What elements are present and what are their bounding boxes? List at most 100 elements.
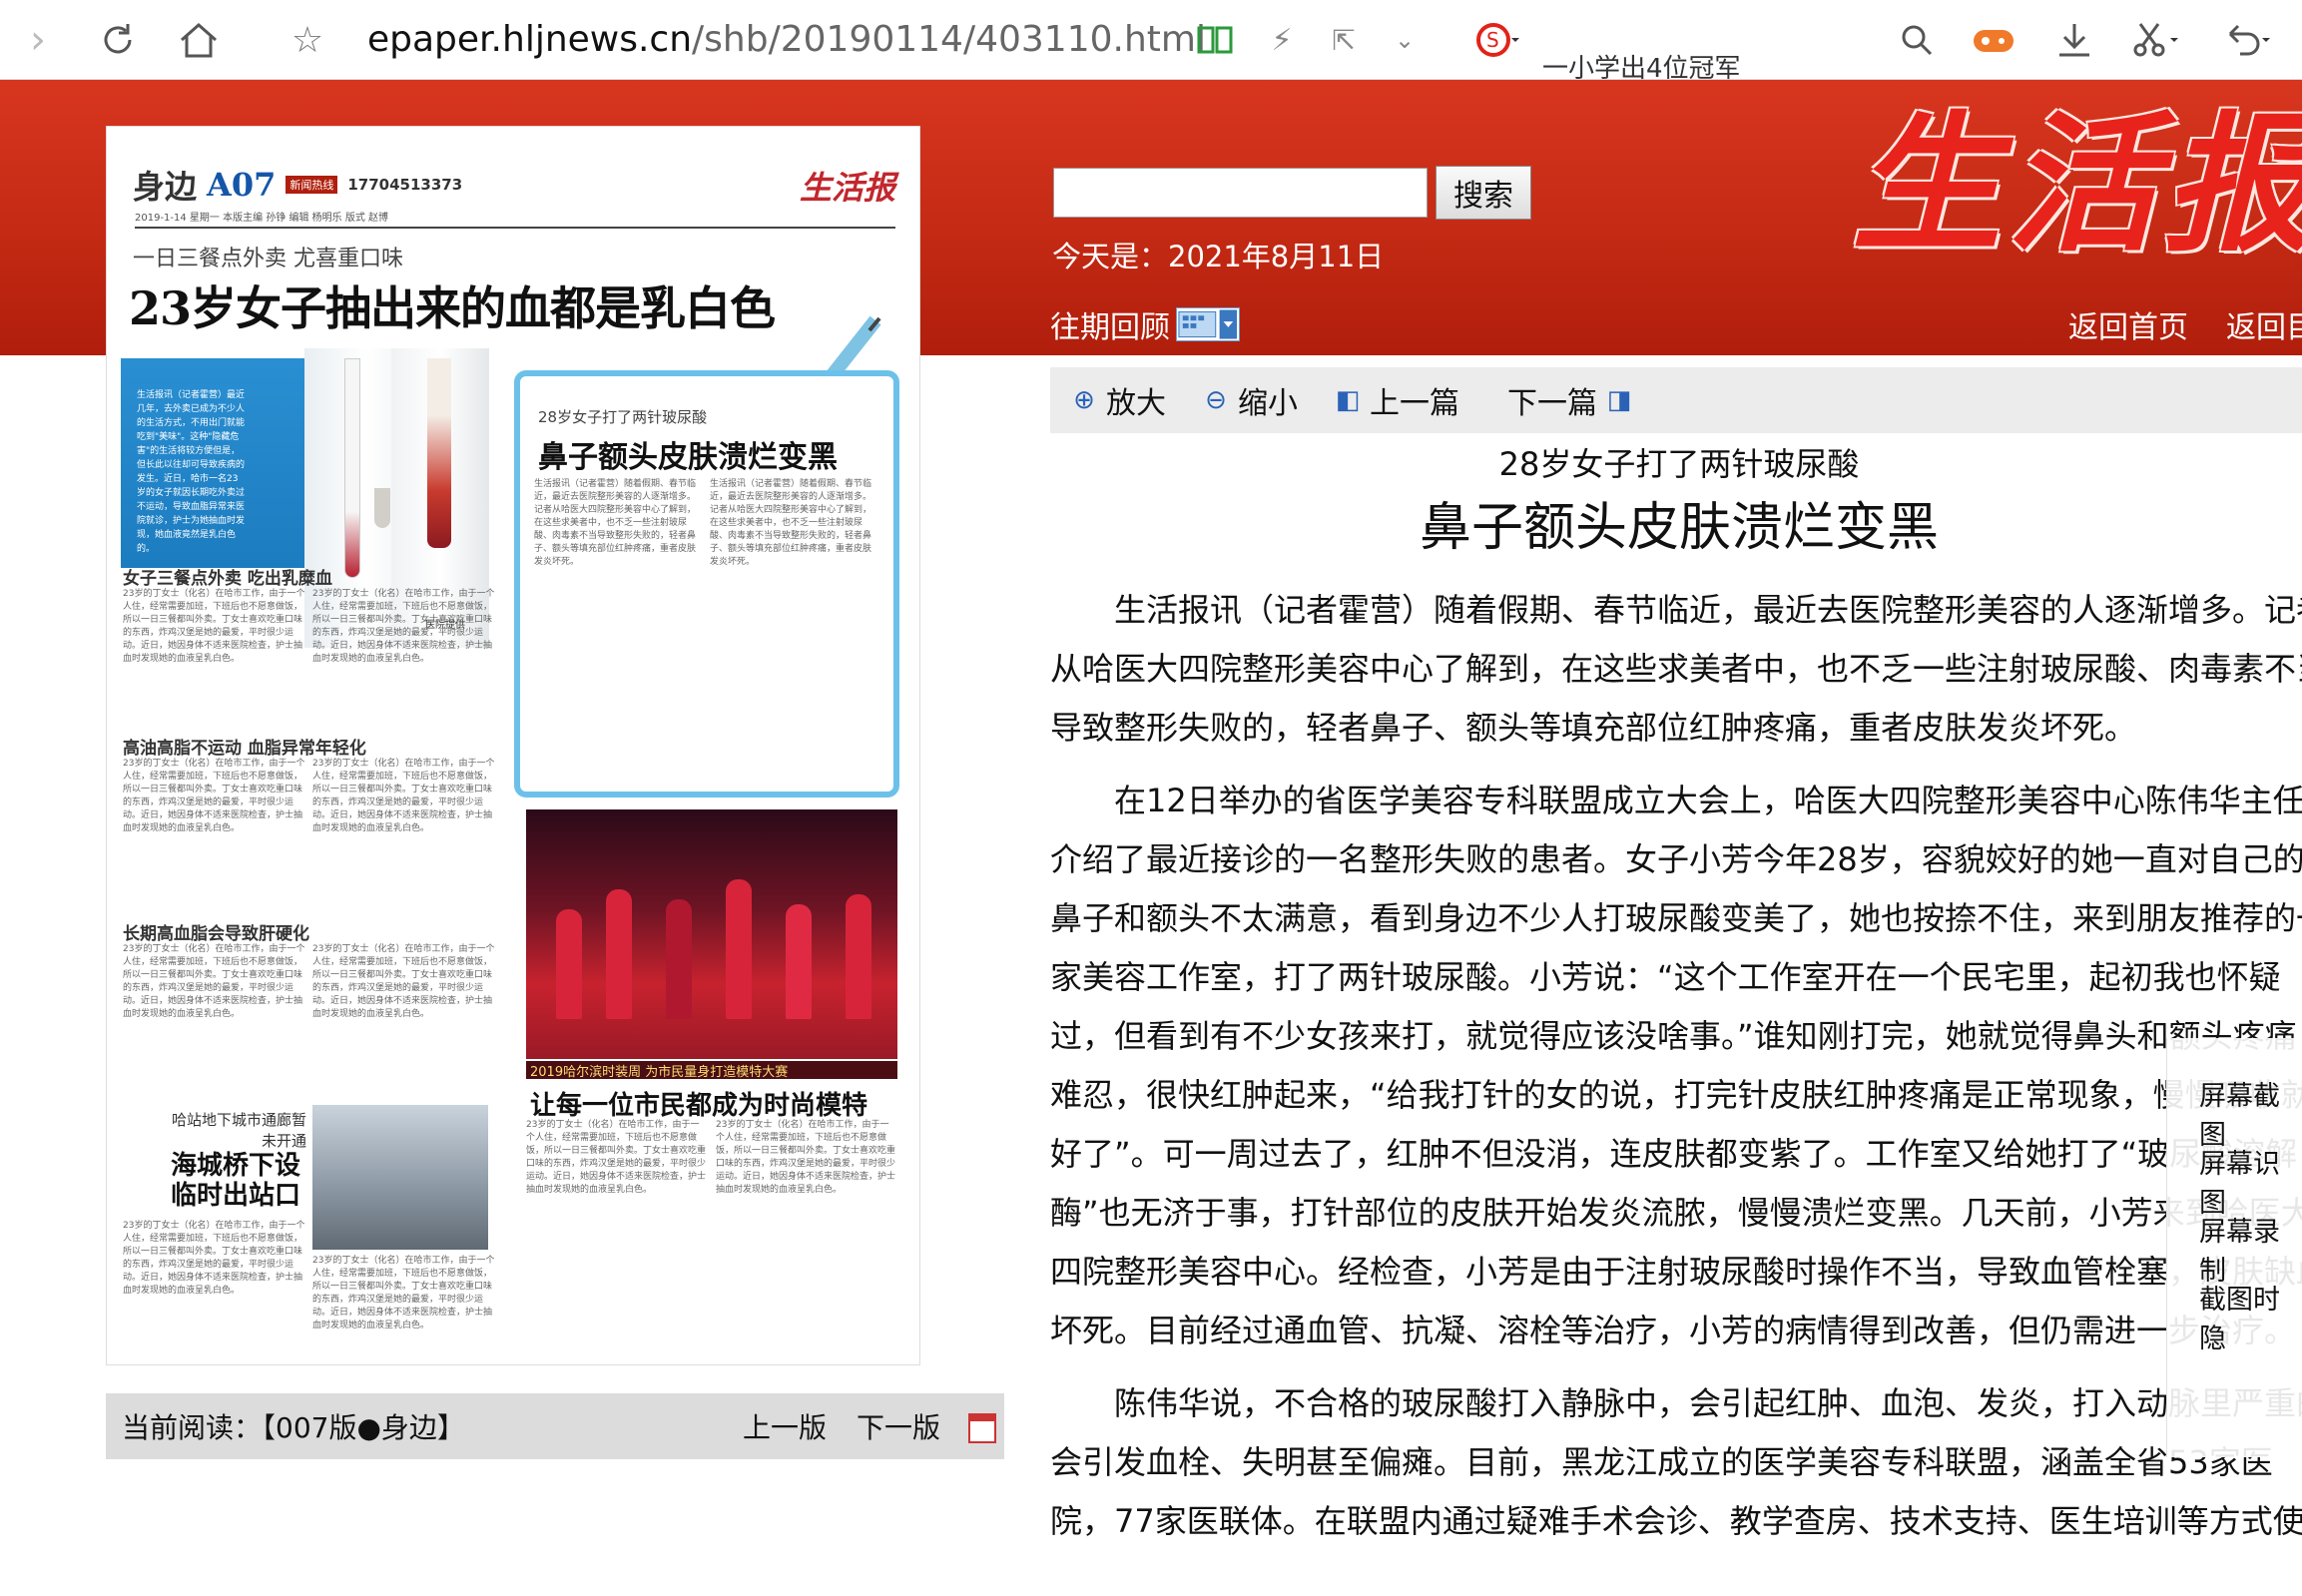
reading-mode-icon[interactable] [1192,14,1238,66]
article1-lead: 生活报讯（记者霍营）最近几年，去外卖已成为不少人的生活方式，不用出门就能吃到"美… [137,390,246,554]
archive-label: 往期回顾 [1050,310,1170,345]
prev-edition-link[interactable]: 上一版 [743,1406,827,1446]
body-line: 坏死。目前经过通血管、抗凝、溶栓等治疗，小芳的病情得到改善，但仍需进一步治疗。 [1050,1312,2297,1349]
top-nav: 返回首页 返回目录 [2068,302,2302,346]
prev-article-button[interactable]: ◧ 上一篇 [1334,378,1459,422]
article-body: 生活报讯（记者霍营）随着假期、春节临近，最近去医院整形美容的人逐渐增多。记者 从… [1050,581,2302,1565]
search-input[interactable] [1053,168,1428,218]
article3-text-b: 23岁的丁女士（化名）在哈市工作，由于一个人住，经常需要加班，下班后也不愿意做饭… [716,1120,895,1195]
next-edition-link[interactable]: 下一版 [857,1406,940,1446]
article1-headline[interactable]: 23岁女子抽出来的血都是乳白色 [129,272,776,338]
forward-icon[interactable]: › [18,14,58,66]
article2-text-col1: 生活报讯（记者霍营）随着假期、春节临近，最近去医院整形美容的人逐渐增多。记者从哈… [534,479,697,567]
article1-text-a: 23岁的丁女士（化名）在哈市工作，由于一个人住，经常需要加班，下班后也不愿意做饭… [123,589,305,664]
article1-text-f: 23岁的丁女士（化名）在哈市工作，由于一个人住，经常需要加班，下班后也不愿意做饭… [312,944,495,1019]
menu-item-image-recognition[interactable]: 屏幕识图 [2199,1142,2302,1220]
hotline-phone: 17704513373 [347,176,463,194]
next-article-icon: ◨ [1606,385,1632,415]
paper-dateline: 2019-1-14 星期一 本版主编 孙铮 编辑 杨明乐 版式 赵博 [135,209,895,229]
body-line: 生活报讯（记者霍营）随着假期、春节临近，最近去医院整形美容的人逐渐增多。记者 [1114,591,2302,629]
article3-headline[interactable]: 让每一位市民都成为时尚模特 [530,1085,867,1122]
body-line: 酶”也无济于事，打针部位的皮肤开始发炎流脓，慢慢溃烂变黑。几天前，小芳来到哈医大 [1050,1194,2302,1232]
article-title: 鼻子额头皮肤溃烂变黑 [1419,498,1939,558]
body-line: 会引发血栓、失明甚至偏瘫。目前，黑龙江成立的医学美容专科联盟，涵盖全省53家医 [1050,1443,2273,1481]
undo-icon[interactable] [2218,14,2278,66]
page-number: A07 [207,166,277,204]
paper-logo: 生活报 [799,169,895,207]
current-edition: 当前阅读：【007版●身边】 [122,1411,465,1444]
calendar-icon[interactable] [1176,307,1240,341]
article2-text-col2: 生活报讯（记者霍营）随着假期、春节临近，最近去医院整形美容的人逐渐增多。记者从哈… [710,479,872,567]
home-link[interactable]: 返回首页 [2068,310,2188,345]
archive-link[interactable]: 往期回顾 [1050,302,1240,346]
hotline-tag: 新闻热线 [286,176,338,194]
body-line: 好了”。可一周过去了，红肿不但没消，连皮肤都变紫了。工作室又给她打了“玻尿酸溶解 [1050,1135,2298,1173]
flash-icon[interactable]: ⚡ [1264,14,1300,66]
home-icon[interactable] [172,14,226,66]
article1-text-e: 23岁的丁女士（化名）在哈市工作，由于一个人住，经常需要加班，下班后也不愿意做饭… [123,944,305,1019]
article4-kicker: 哈站地下城市通廊暂未开通 [171,1111,306,1150]
article2-kicker: 28岁女子打了两针玻尿酸 [538,408,708,426]
zoom-in-icon: ⊕ [1073,385,1095,415]
screenshot-menu: 屏幕截图 屏幕识图 屏幕录制 截图时隐 [2166,1038,2302,1457]
body-line: 四院整形美容中心。经检查，小芳是由于注射玻尿酸时操作不当，导致血管栓塞，皮肤缺血 [1050,1253,2302,1291]
url-path: /shb/20190114/403110.html [692,19,1206,60]
zoom-in-button[interactable]: ⊕ 放大 [1070,378,1166,422]
article4-headline[interactable]: 海城桥下设临时出站口 [151,1151,300,1211]
star-bookmark-icon[interactable]: ☆ [286,14,329,66]
url-host: epaper.hljnews.cn [367,19,693,60]
prev-article-icon: ◧ [1335,385,1361,415]
page-header: 身边 A07 新闻热线 17704513373 [133,165,895,206]
site-logo: 生活报 [1852,97,2302,272]
zoom-out-icon: ⊖ [1205,385,1227,415]
search-button[interactable]: 搜索 [1436,166,1531,220]
next-article-button[interactable]: 下一篇 ◨ [1507,378,1633,422]
prev-article-label: 上一篇 [1370,386,1459,421]
download-icon[interactable] [2052,14,2096,66]
browser-toolbar: › ☆ epaper.hljnews.cn/shb/20190114/40311… [0,0,2302,80]
menu-item-screen-record[interactable]: 屏幕录制 [2199,1210,2302,1288]
index-link[interactable]: 返回目录 [2226,310,2302,345]
address-bar[interactable]: epaper.hljnews.cn/shb/20190114/403110.ht… [367,16,1206,64]
page-section: 身边 [133,168,198,206]
body-line: 家美容工作室，打了两针玻尿酸。小芳说：“这个工作室开在一个民宅里，起初我也怀疑 [1050,958,2281,996]
article3-text-a: 23岁的丁女士（化名）在哈市工作，由于一个人住，经常需要加班，下班后也不愿意做饭… [526,1120,706,1195]
search-icon[interactable] [1897,14,1937,66]
article-toolbar: ⊕ 放大 ⊖ 缩小 ◧ 上一篇 下一篇 ◨ [1050,367,2302,433]
zoom-out-label: 缩小 [1238,386,1298,421]
article1-text-d: 23岁的丁女士（化名）在哈市工作，由于一个人住，经常需要加班，下班后也不愿意做饭… [312,759,495,833]
body-line: 院，77家医联体。在联盟内通过疑难手术会诊、教学查房、技术支持、医生培训等方式使 [1050,1502,2302,1540]
reload-icon[interactable] [92,14,144,66]
fashion-photo-caption: 2019哈尔滨时装周 为市民量身打造模特大赛 [526,1061,897,1080]
menu-item-hide-on-capture[interactable]: 截图时隐 [2199,1278,2302,1355]
body-line: 过，但看到有不少女孩来打，就觉得应该没啥事。”谁知刚打完，她就觉得鼻头和额头疼痛 [1050,1017,2297,1055]
body-line: 导致整形失败的，轻者鼻子、额头等填充部位红肿疼痛，重者皮肤发炎坏死。 [1050,709,2137,747]
today-date: 今天是：2021年8月11日 [1052,240,1385,273]
paragraph-1: 生活报讯（记者霍营）随着假期、春节临近，最近去医院整形美容的人逐渐增多。记者 从… [1050,581,2302,758]
next-article-label: 下一篇 [1507,386,1597,421]
article1-subhead-3: 长期高血脂会导致肝硬化 [123,924,309,944]
article4-text-b: 23岁的丁女士（化名）在哈市工作，由于一个人住，经常需要加班，下班后也不愿意做饭… [312,1256,495,1330]
share-icon[interactable]: ⇱ [1324,14,1364,66]
news-ticker[interactable]: 一小学出4位冠军 [1542,52,1741,80]
chevron-down-icon[interactable]: ⌄ [1390,14,1420,66]
article1-text-c: 23岁的丁女士（化名）在哈市工作，由于一个人住，经常需要加班，下班后也不愿意做饭… [123,759,305,833]
scissors-icon[interactable] [2126,14,2186,66]
zoom-in-label: 放大 [1106,386,1166,421]
article4-text-a: 23岁的丁女士（化名）在哈市工作，由于一个人住，经常需要加班，下班后也不愿意做饭… [123,1221,305,1296]
body-line: 在12日举办的省医学美容专科联盟成立大会上，哈医大四院整形美容中心陈伟华主任 [1114,782,2302,819]
article1-text-b: 23岁的丁女士（化名）在哈市工作，由于一个人住，经常需要加班，下班后也不愿意做饭… [312,589,495,664]
article1-kicker[interactable]: 一日三餐点外卖 尤喜重口味 [133,241,403,272]
article1-subhead-2: 高油高脂不运动 血脂异常年轻化 [123,739,366,759]
menu-item-screenshot[interactable]: 屏幕截图 [2199,1074,2302,1152]
article-subtitle: 28岁女子打了两针玻尿酸 [1498,445,1860,483]
calendar-icon[interactable] [968,1413,996,1443]
newspaper-page[interactable]: 身边 A07 新闻热线 17704513373 生活报 2019-1-14 星期… [106,126,920,1365]
body-line: 难忍，很快红肿起来，“给我打针的女的说，打完针皮肤红肿疼痛是正常现象，慢慢吸收就 [1050,1076,2302,1114]
zoom-out-button[interactable]: ⊖ 缩小 [1202,378,1298,422]
body-line: 介绍了最近接诊的一名整形失败的患者。女子小芳今年28岁，容貌姣好的她一直对自己的 [1050,840,2302,878]
game-controller-icon[interactable] [1969,14,2018,66]
article2-headline: 鼻子额头皮肤溃烂变黑 [538,440,838,475]
article2-box[interactable]: 28岁女子打了两针玻尿酸 鼻子额头皮肤溃烂变黑 生活报讯（记者霍营）随着假期、春… [514,370,899,798]
sogou-search-icon[interactable]: S [1467,14,1527,66]
